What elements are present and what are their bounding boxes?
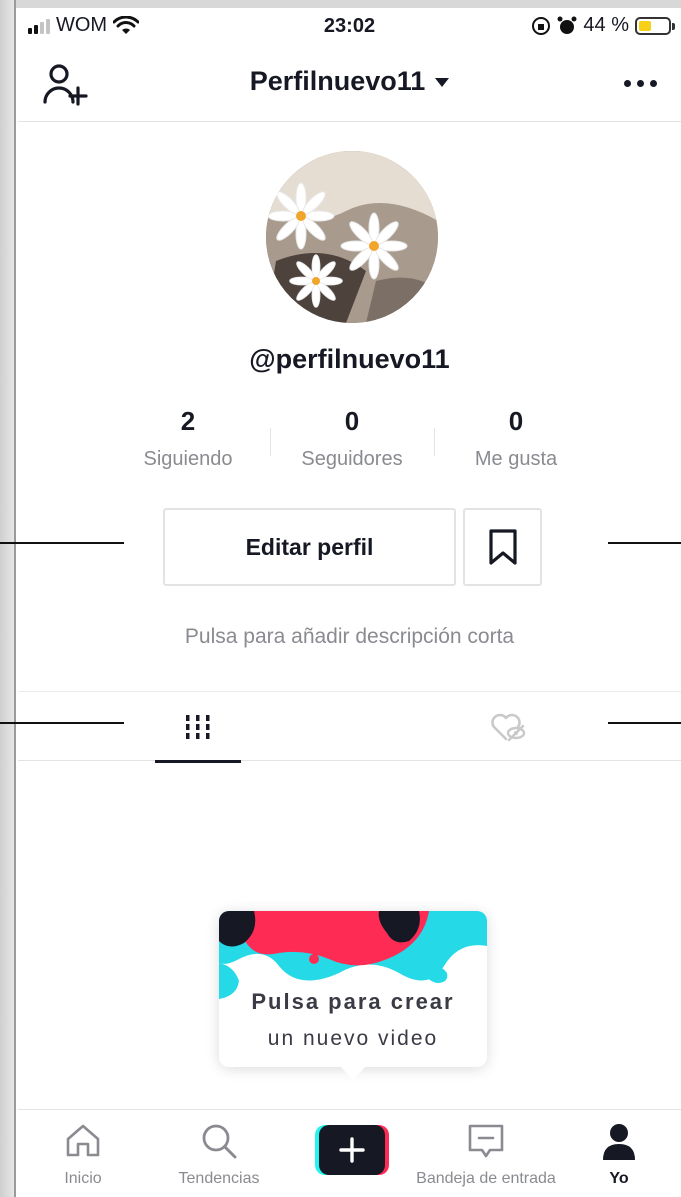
inbox-icon (468, 1124, 504, 1158)
account-switcher[interactable]: Perfilnuevo11 (18, 66, 681, 97)
tab-liked[interactable] (458, 692, 558, 762)
rotation-lock-icon (532, 16, 551, 35)
device-frame-left (0, 0, 16, 1197)
profile-username: @perfilnuevo11 (249, 344, 450, 374)
hidden-heart-icon (491, 713, 526, 742)
page-title: Perfilnuevo11 (249, 66, 426, 96)
tab-videos[interactable] (155, 692, 241, 763)
flower-3 (289, 254, 343, 308)
bookmark-icon (488, 529, 517, 565)
profile-icon (603, 1124, 635, 1160)
create-card-title: Pulsa para crear (251, 989, 455, 1014)
stat-following[interactable]: 2 Siguiendo (106, 406, 270, 486)
profile-stats: 2 Siguiendo 0 Seguidores 0 Me gusta (106, 406, 598, 486)
battery-icon (635, 16, 675, 35)
battery-percent: 44 % (583, 14, 629, 36)
stat-value: 0 (508, 406, 524, 436)
bio-placeholder[interactable]: Pulsa para añadir descripción corta (18, 625, 681, 649)
nav-label: Bandeja de entrada (416, 1170, 556, 1187)
create-button[interactable] (315, 1125, 389, 1175)
profile-screen: WOM 23:02 44 % Perfilnuevo11 @perfilnuev… (0, 8, 681, 1197)
home-icon (66, 1124, 100, 1157)
status-bar: WOM 23:02 44 % (18, 8, 681, 44)
avatar[interactable] (266, 151, 438, 323)
nav-item-me[interactable]: Yo (584, 1110, 654, 1197)
nav-label: Inicio (64, 1170, 102, 1187)
nav-item-inbox[interactable]: Bandeja de entrada (406, 1110, 566, 1197)
stat-value: 2 (180, 406, 196, 436)
grid-icon (186, 715, 210, 739)
create-video-card[interactable]: Pulsa para crear un nuevo video (219, 911, 487, 1080)
more-icon[interactable] (624, 80, 657, 87)
stat-label: Siguiendo (143, 448, 233, 470)
edit-profile-button[interactable]: Editar perfil (163, 508, 456, 586)
nav-label: Tendencias (178, 1170, 260, 1187)
annotation-line-right (608, 542, 681, 544)
avatar-photo (266, 151, 438, 323)
stat-followers[interactable]: 0 Seguidores (270, 406, 434, 486)
flower-1 (267, 182, 335, 250)
nav-item-home[interactable]: Inicio (40, 1110, 126, 1197)
stat-value: 0 (344, 406, 360, 436)
profile-header: Perfilnuevo11 (18, 44, 681, 122)
device-frame-top (0, 0, 681, 8)
search-icon (202, 1124, 237, 1159)
stat-label: Seguidores (301, 448, 403, 470)
card-pointer (340, 1066, 366, 1080)
active-tab-indicator (155, 760, 241, 763)
bookmarks-button[interactable] (463, 508, 542, 586)
stat-label: Me gusta (474, 448, 558, 470)
nav-item-discover[interactable]: Tendencias (166, 1110, 272, 1197)
status-bar-right: 44 % (531, 14, 675, 37)
nav-label: Yo (609, 1170, 629, 1187)
alarm-icon (557, 16, 577, 34)
stat-likes[interactable]: 0 Me gusta (434, 406, 598, 486)
create-card-subtitle: un nuevo video (267, 1027, 439, 1050)
bottom-navigation: Inicio Tendencias Bandeja de entrada Yo (18, 1109, 681, 1197)
annotation-line-left (0, 542, 124, 544)
chevron-down-icon (435, 78, 450, 88)
content-tabs (18, 691, 681, 763)
flower-2 (340, 212, 408, 280)
